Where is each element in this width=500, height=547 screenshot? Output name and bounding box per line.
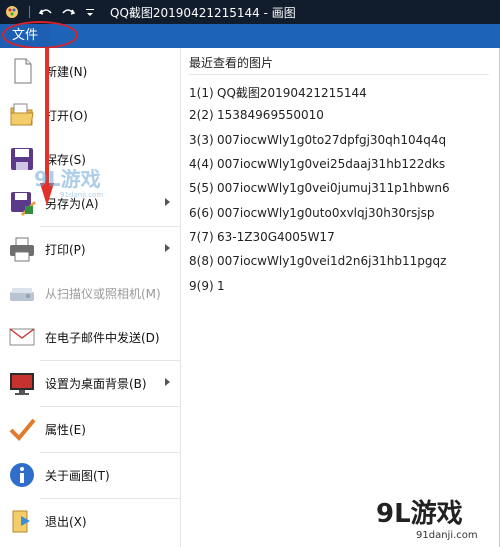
recent-item[interactable]: 5(5) 007iocwWly1g0vei0jumuj311p1hbwn6 [189, 181, 450, 195]
recent-item[interactable]: 7(7) 63-1Z30G4005W17 [189, 230, 335, 244]
recent-item[interactable]: 3(3) 007iocwWly1g0to27dpfgj30qh104q4q [189, 133, 446, 147]
recent-item[interactable]: 6(6) 007iocwWly1g0uto0xvlqj30h30rsjsp [189, 206, 435, 220]
recent-item-number: 1(1) [189, 86, 214, 100]
recent-item[interactable]: 1(1) QQ截图20190421215144 [189, 84, 367, 101]
highlight-oval [2, 21, 78, 49]
recent-item-number: 2(2) [189, 108, 214, 122]
submenu-arrow-icon [165, 378, 170, 386]
paint-app-icon[interactable] [4, 4, 20, 20]
recent-item-name: 63-1Z30G4005W17 [217, 230, 335, 244]
menu-item-label: 从扫描仪或照相机(M) [45, 287, 161, 301]
recent-item-number: 3(3) [189, 133, 214, 147]
submenu-arrow-icon [165, 198, 170, 206]
menu-item-label: 关于画图(T) [45, 469, 110, 483]
submenu-arrow-icon [165, 244, 170, 252]
recent-item-name: 007iocwWly1g0vei25daaj31hb122dks [217, 157, 446, 171]
menu-item-open[interactable]: 打开(O) [0, 93, 180, 137]
customize-toolbar-icon[interactable] [82, 4, 98, 20]
recent-item-number: 7(7) [189, 230, 214, 244]
menu-item-label: 设置为桌面背景(B) [45, 377, 147, 391]
panel-divider [180, 48, 181, 547]
recent-item-name: 007iocwWly1g0vei0jumuj311p1hbwn6 [217, 181, 450, 195]
recent-item-name: 007iocwWly1g0to27dpfgj30qh104q4q [217, 133, 447, 147]
exit-icon [12, 510, 30, 533]
email-icon [9, 328, 35, 346]
recent-item-number: 5(5) [189, 181, 214, 195]
menu-item-exit[interactable]: 退出(X) [0, 499, 180, 543]
recent-pictures-heading: 最近查看的图片 [189, 56, 274, 70]
menu-item-label: 打印(P) [45, 243, 86, 257]
menu-item-scanner: 从扫描仪或照相机(M) [0, 271, 180, 315]
watermark-url: 91danji.com [60, 191, 103, 199]
scanner-icon [10, 288, 34, 301]
recent-item-name: QQ截图20190421215144 [217, 86, 367, 100]
recent-item-number: 4(4) [189, 157, 214, 171]
menu-item-properties[interactable]: 属性(E) [0, 407, 180, 451]
menu-item-print[interactable]: 打印(P) [0, 227, 180, 271]
menu-item-label: 属性(E) [45, 423, 86, 437]
recent-item[interactable]: 8(8) 007iocwWly1g0vei1d2n6j31hb11pgqz [189, 254, 446, 268]
watermark-logo-corner: 9L游戏 91danji.com [376, 499, 478, 541]
info-icon [10, 463, 34, 487]
menu-item-label: 在电子邮件中发送(D) [45, 331, 160, 345]
recent-item[interactable]: 4(4) 007iocwWly1g0vei25daaj31hb122dks [189, 157, 445, 171]
recent-item-name: 007iocwWly1g0vei1d2n6j31hb11pgqz [217, 254, 447, 268]
watermark-url: 91danji.com [416, 530, 478, 541]
undo-icon[interactable] [38, 4, 54, 20]
printer-icon [10, 237, 34, 262]
recent-item-name: 15384969550010 [217, 108, 324, 122]
recent-divider [189, 74, 489, 75]
menu-item-set-desktop-background[interactable]: 设置为桌面背景(B) [0, 361, 180, 405]
checkmark-icon [9, 418, 36, 441]
window-title: QQ截图20190421215144 - 画图 [110, 6, 296, 20]
recent-item-name: 007iocwWly1g0uto0xvlqj30h30rsjsp [217, 206, 435, 220]
menu-item-email[interactable]: 在电子邮件中发送(D) [0, 315, 180, 359]
recent-item[interactable]: 2(2) 15384969550010 [189, 108, 324, 122]
recent-item[interactable]: 9(9) 1 [189, 279, 225, 293]
redo-icon[interactable] [60, 4, 76, 20]
recent-item-name: 1 [217, 279, 225, 293]
open-folder-icon [10, 103, 34, 126]
recent-item-number: 8(8) [189, 254, 214, 268]
watermark-brand: 9L游戏 [34, 167, 101, 191]
recent-item-number: 6(6) [189, 206, 214, 220]
menu-item-label: 退出(X) [45, 515, 87, 529]
title-bar: QQ截图20190421215144 - 画图 [0, 0, 500, 24]
watermark-brand: 9L游戏 [376, 499, 463, 529]
new-file-icon [14, 58, 32, 84]
separator-icon [29, 6, 30, 18]
recent-item-number: 9(9) [189, 279, 214, 293]
desktop-background-icon [10, 373, 34, 395]
watermark-logo: 9L游戏 91danji.com [34, 167, 103, 199]
file-menu-list: 新建(N) 打开(O) 保存(S) 另存为(A) 打印(P) 从扫描仪或照相机(… [0, 48, 180, 547]
menu-item-about[interactable]: 关于画图(T) [0, 453, 180, 497]
menu-item-new[interactable]: 新建(N) [0, 49, 180, 93]
